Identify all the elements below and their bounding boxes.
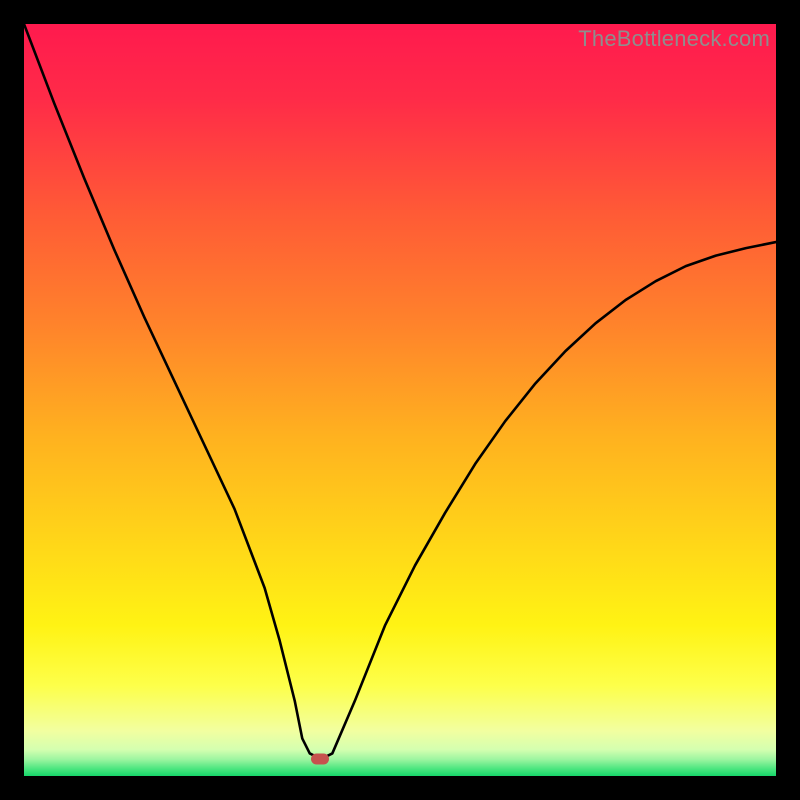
chart-frame: TheBottleneck.com xyxy=(24,24,776,776)
optimal-point-marker xyxy=(311,753,329,764)
gradient-plot-area xyxy=(24,24,776,776)
watermark-text: TheBottleneck.com xyxy=(578,26,770,52)
